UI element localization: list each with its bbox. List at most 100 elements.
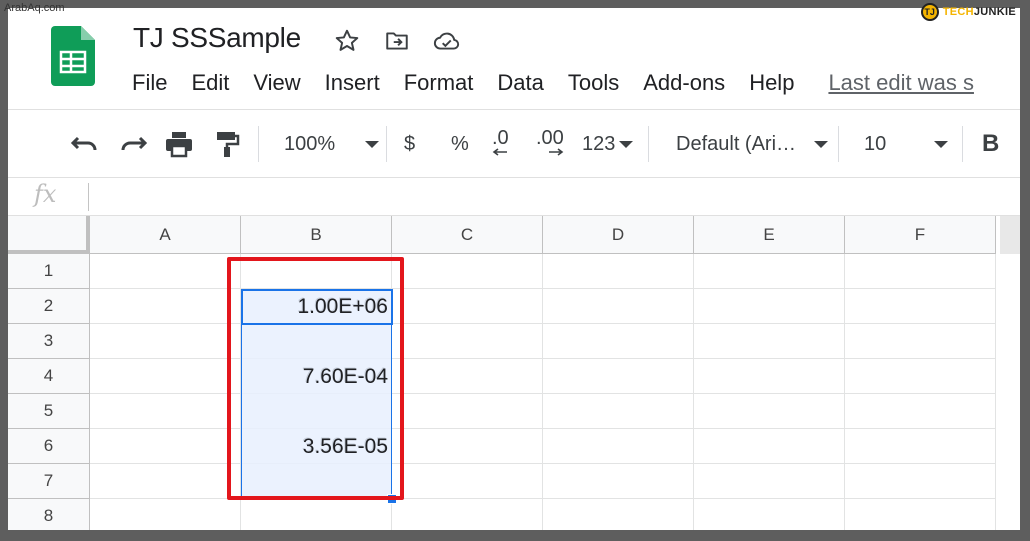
star-icon[interactable] (332, 26, 362, 56)
row-header-6[interactable]: 6 (8, 429, 90, 464)
cell-d5[interactable] (543, 394, 694, 429)
cell-c8[interactable] (392, 499, 543, 530)
cell-a1[interactable] (90, 254, 241, 289)
google-sheets-logo-icon[interactable] (51, 26, 95, 86)
cell-d1[interactable] (543, 254, 694, 289)
font-family-select[interactable]: Default (Ari… (676, 128, 829, 160)
percent-button[interactable]: % (451, 128, 469, 160)
cell-c1[interactable] (392, 254, 543, 289)
highlight-annotation-box (227, 257, 404, 500)
cell-e5[interactable] (694, 394, 845, 429)
menu-view[interactable]: View (253, 70, 300, 96)
cell-d3[interactable] (543, 324, 694, 359)
font-size-value: 10 (864, 132, 887, 155)
decrease-decimal-button[interactable]: .0 (492, 128, 509, 160)
zoom-select[interactable]: 100% (284, 128, 380, 160)
cell-f8[interactable] (845, 499, 996, 530)
cell-c2[interactable] (392, 289, 543, 324)
chevron-down-icon (365, 140, 380, 148)
row-header-8[interactable]: 8 (8, 499, 90, 530)
header: TJ SSSample File Edit View Insert Format… (8, 8, 1020, 110)
undo-icon[interactable] (70, 128, 100, 160)
cell-a3[interactable] (90, 324, 241, 359)
row-header-2[interactable]: 2 (8, 289, 90, 324)
cell-c4[interactable] (392, 359, 543, 394)
cell-e3[interactable] (694, 324, 845, 359)
select-all-corner[interactable] (8, 216, 90, 254)
cell-a6[interactable] (90, 429, 241, 464)
column-header-overflow (1000, 216, 1020, 254)
document-title[interactable]: TJ SSSample (133, 22, 301, 54)
tj-badge-icon: TJ (920, 3, 939, 21)
menu-edit[interactable]: Edit (191, 70, 229, 96)
paint-format-icon[interactable] (214, 128, 240, 160)
menu-tools[interactable]: Tools (568, 70, 619, 96)
cell-f1[interactable] (845, 254, 996, 289)
menu-insert[interactable]: Insert (325, 70, 380, 96)
menu-data[interactable]: Data (497, 70, 543, 96)
formula-input[interactable] (98, 182, 998, 212)
cell-e2[interactable] (694, 289, 845, 324)
move-to-folder-icon[interactable] (382, 26, 412, 56)
arrow-left-icon (492, 148, 507, 156)
column-header-f[interactable]: F (845, 216, 996, 254)
cell-f6[interactable] (845, 429, 996, 464)
cell-f3[interactable] (845, 324, 996, 359)
cell-d6[interactable] (543, 429, 694, 464)
increase-decimal-button[interactable]: .00 (536, 128, 564, 160)
row-header-4[interactable]: 4 (8, 359, 90, 394)
cell-c6[interactable] (392, 429, 543, 464)
column-header-b[interactable]: B (241, 216, 392, 254)
redo-icon[interactable] (118, 128, 148, 160)
cell-d7[interactable] (543, 464, 694, 499)
cell-d8[interactable] (543, 499, 694, 530)
cell-e7[interactable] (694, 464, 845, 499)
last-edit-link[interactable]: Last edit was s (828, 70, 974, 96)
currency-button[interactable]: $ (404, 128, 415, 160)
font-size-select[interactable]: 10 (864, 128, 949, 160)
cell-c5[interactable] (392, 394, 543, 429)
column-header-e[interactable]: E (694, 216, 845, 254)
menu-file[interactable]: File (132, 70, 167, 96)
menu-add-ons[interactable]: Add-ons (643, 70, 725, 96)
cell-e1[interactable] (694, 254, 845, 289)
menu-bar: File Edit View Insert Format Data Tools … (132, 70, 974, 96)
cell-e8[interactable] (694, 499, 845, 530)
cell-d4[interactable] (543, 359, 694, 394)
column-header-a[interactable]: A (90, 216, 241, 254)
row-header-5[interactable]: 5 (8, 394, 90, 429)
cell-e4[interactable] (694, 359, 845, 394)
watermark-text: ArabAq.com (4, 2, 65, 14)
cell-f2[interactable] (845, 289, 996, 324)
cell-a7[interactable] (90, 464, 241, 499)
toolbar: 100% $ % .0 .00 123 Default (Ari… 10 B (8, 110, 1020, 178)
menu-format[interactable]: Format (404, 70, 474, 96)
cell-c7[interactable] (392, 464, 543, 499)
cell-d2[interactable] (543, 289, 694, 324)
sheets-window: TJ SSSample File Edit View Insert Format… (8, 8, 1020, 530)
bold-button[interactable]: B (982, 128, 999, 160)
cloud-saved-icon[interactable] (432, 26, 462, 56)
cell-b8[interactable] (241, 499, 392, 530)
techjunkie-logo: TJ TECHJUNKIE (920, 3, 1016, 21)
row-header-7[interactable]: 7 (8, 464, 90, 499)
cell-a4[interactable] (90, 359, 241, 394)
row-header-1[interactable]: 1 (8, 254, 90, 289)
menu-help[interactable]: Help (749, 70, 794, 96)
chevron-down-icon (934, 140, 949, 148)
font-family-value: Default (Ari… (676, 132, 797, 155)
row-header-3[interactable]: 3 (8, 324, 90, 359)
cell-f5[interactable] (845, 394, 996, 429)
cell-e6[interactable] (694, 429, 845, 464)
cell-a2[interactable] (90, 289, 241, 324)
column-header-c[interactable]: C (392, 216, 543, 254)
print-icon[interactable] (164, 128, 194, 160)
column-header-d[interactable]: D (543, 216, 694, 254)
more-formats-button[interactable]: 123 (582, 128, 634, 160)
cell-f7[interactable] (845, 464, 996, 499)
cell-f4[interactable] (845, 359, 996, 394)
cell-c3[interactable] (392, 324, 543, 359)
fx-icon: fx (34, 180, 57, 208)
cell-a8[interactable] (90, 499, 241, 530)
cell-a5[interactable] (90, 394, 241, 429)
